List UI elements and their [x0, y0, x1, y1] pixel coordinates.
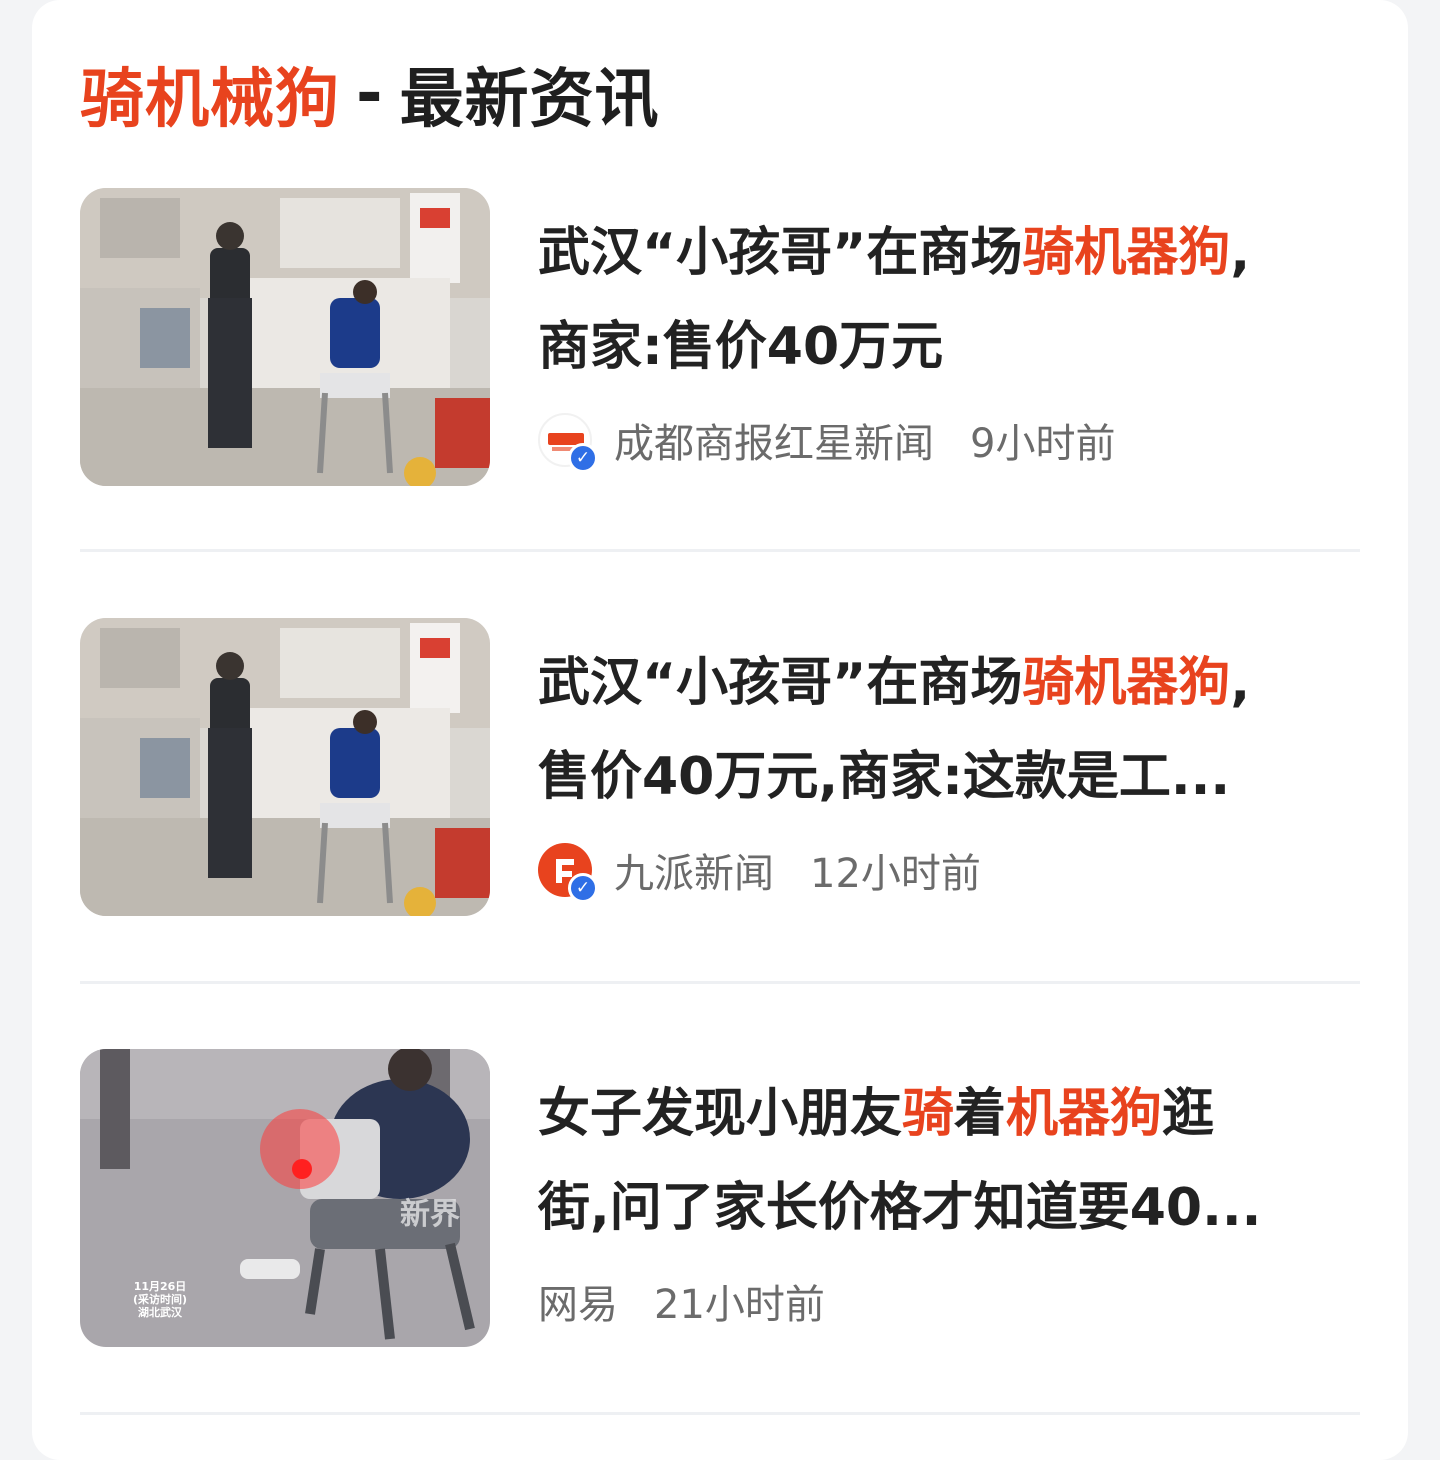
header-separator: - — [356, 57, 384, 131]
header-keyword: 骑机械狗 — [80, 63, 340, 137]
divider — [80, 1412, 1360, 1415]
verified-badge-icon: ✓ — [568, 873, 598, 903]
title-line-2: 商家:售价40万元 — [538, 317, 944, 377]
news-thumbnail-1[interactable] — [80, 188, 490, 486]
thumb-caption-date: 11月26日 — [134, 1280, 187, 1293]
news-time: 21小时前 — [654, 1282, 825, 1328]
news-item-3[interactable]: 新界 11月26日 (采访时间) 湖北武汉 女子发现小朋友骑着机器狗逛 街,问了… — [80, 1049, 1360, 1349]
title-line-2: 售价40万元,商家:这款是工... — [538, 747, 1231, 807]
header-title: 最新资讯 — [399, 63, 660, 137]
news-item-2[interactable]: 武汉“小孩哥”在商场骑机器狗, 售价40万元,商家:这款是工... ✓ 九派新闻… — [80, 618, 1360, 918]
mall-scene-image — [80, 618, 490, 916]
news-time: 12小时前 — [810, 851, 981, 897]
news-thumbnail-3[interactable]: 新界 11月26日 (采访时间) 湖北武汉 — [80, 1049, 490, 1347]
thumb-caption-note: (采访时间) — [133, 1292, 187, 1306]
news-meta-3: 网易 21小时前 — [538, 1271, 825, 1331]
thumb-watermark: 新界 — [400, 1197, 460, 1232]
divider — [80, 549, 1360, 552]
news-title-3[interactable]: 女子发现小朋友骑着机器狗逛 街,问了家长价格才知道要40... — [538, 1067, 1360, 1255]
news-item-1[interactable]: 武汉“小孩哥”在商场骑机器狗, 商家:售价40万元 ✓ 成都商报红星新闻 9小时… — [80, 188, 1360, 488]
title-line-2: 街,问了家长价格才知道要40... — [538, 1178, 1262, 1238]
source-avatar[interactable]: ✓ — [538, 843, 598, 903]
news-source[interactable]: 九派新闻 — [614, 841, 774, 899]
verified-badge-icon: ✓ — [568, 443, 598, 473]
thumb-caption-location: 湖北武汉 — [138, 1305, 183, 1319]
robot-dog-image: 新界 11月26日 (采访时间) 湖北武汉 — [80, 1049, 490, 1347]
news-meta-1: ✓ 成都商报红星新闻 9小时前 — [538, 410, 1116, 473]
news-source[interactable]: 网易 — [538, 1272, 618, 1330]
news-time: 9小时前 — [970, 421, 1116, 467]
news-source[interactable]: 成都商报红星新闻 — [614, 411, 934, 469]
section-header: 骑机械狗 - 最新资讯 — [80, 44, 660, 144]
source-avatar[interactable]: ✓ — [538, 413, 598, 473]
mall-scene-image — [80, 188, 490, 486]
news-title-1[interactable]: 武汉“小孩哥”在商场骑机器狗, 商家:售价40万元 — [538, 206, 1360, 394]
title-line-1: 女子发现小朋友骑着机器狗逛 — [538, 1084, 1215, 1144]
title-line-1: 武汉“小孩哥”在商场骑机器狗, — [538, 223, 1251, 283]
news-title-2[interactable]: 武汉“小孩哥”在商场骑机器狗, 售价40万元,商家:这款是工... — [538, 636, 1360, 824]
title-line-1: 武汉“小孩哥”在商场骑机器狗, — [538, 653, 1251, 713]
news-thumbnail-2[interactable] — [80, 618, 490, 916]
news-meta-2: ✓ 九派新闻 12小时前 — [538, 840, 981, 903]
divider — [80, 981, 1360, 984]
